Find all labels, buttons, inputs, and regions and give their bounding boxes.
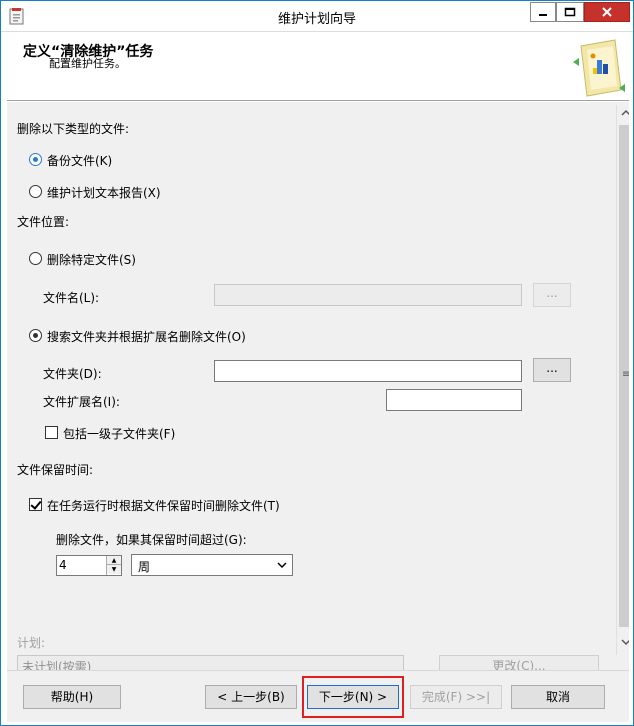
page-subtitle: 配置维护任务。 xyxy=(49,57,126,70)
checkbox[interactable] xyxy=(45,426,58,439)
close-button[interactable] xyxy=(584,2,630,22)
stepper-arrows: ▲ ▼ xyxy=(106,556,121,575)
radio-button[interactable] xyxy=(29,329,42,342)
finish-button[interactable]: 完成(F) >>| xyxy=(410,685,502,709)
wizard-footer: 帮助(H) < 上一步(B) 下一步(N) > 完成(F) >>| 取消 xyxy=(7,670,629,722)
extension-input[interactable] xyxy=(386,389,522,411)
schedule-label: 计划: xyxy=(17,636,46,650)
back-button[interactable]: < 上一步(B) xyxy=(205,685,297,709)
stepper-down-button[interactable]: ▼ xyxy=(107,565,121,574)
retention-unit-value: 周 xyxy=(138,560,151,574)
chevron-down-icon xyxy=(277,562,287,569)
minimize-button[interactable] xyxy=(530,2,556,22)
file-type-label: 删除以下类型的文件: xyxy=(17,122,130,136)
radio-button[interactable] xyxy=(29,185,42,198)
delete-by-age-label[interactable]: 在任务运行时根据文件保留时间删除文件(T) xyxy=(47,497,280,514)
scroll-up-icon[interactable] xyxy=(620,108,629,118)
older-than-label: 删除文件，如果其保留时间超过(G): xyxy=(56,533,247,547)
include-subfolders-label[interactable]: 包括一级子文件夹(F) xyxy=(63,425,175,442)
change-schedule-button[interactable]: 更改(C)... xyxy=(439,655,599,670)
radio-button[interactable] xyxy=(29,153,42,166)
extension-label: 文件扩展名(I): xyxy=(43,395,120,409)
radio-text-report-label[interactable]: 维护计划文本报告(X) xyxy=(47,184,161,201)
cancel-button[interactable]: 取消 xyxy=(511,685,605,709)
radio-search-folder-label[interactable]: 搜索文件夹并根据扩展名删除文件(O) xyxy=(47,328,246,345)
scrollbar-thumb[interactable]: ≡ xyxy=(619,125,629,627)
radio-delete-specific-file-label[interactable]: 删除特定文件(S) xyxy=(47,251,136,268)
folder-input[interactable] xyxy=(214,360,522,382)
radio-button[interactable] xyxy=(29,252,42,265)
wizard-header: 定义“清除维护”任务 配置维护任务。 xyxy=(7,33,629,101)
stepper-up-button[interactable]: ▲ xyxy=(107,556,121,565)
vertical-scrollbar[interactable]: ≡ xyxy=(616,105,629,655)
next-button-highlight xyxy=(302,676,404,718)
maximize-icon xyxy=(564,7,576,17)
radio-backup-files-label[interactable]: 备份文件(K) xyxy=(47,152,112,169)
wizard-illustration-icon xyxy=(573,39,625,97)
file-name-browse-button[interactable]: ... xyxy=(533,283,571,307)
retention-label: 文件保留时间: xyxy=(17,463,94,477)
retention-amount-value[interactable]: 4 xyxy=(59,558,67,572)
folder-browse-button[interactable]: ... xyxy=(533,358,571,382)
file-name-input[interactable] xyxy=(214,284,522,306)
title-bar[interactable]: 维护计划向导 xyxy=(1,1,633,32)
scrollbar-grip-icon: ≡ xyxy=(622,369,629,380)
task-config-panel: 删除以下类型的文件: 备份文件(K) 维护计划文本报告(X) 文件位置: 删除特… xyxy=(7,102,629,670)
scroll-down-icon[interactable] xyxy=(620,637,629,647)
close-icon xyxy=(602,7,612,17)
file-name-label: 文件名(L): xyxy=(43,291,100,305)
file-location-label: 文件位置: xyxy=(17,215,70,229)
maintenance-plan-wizard-window: 维护计划向导 定义“清除维护”任务 配置维护任务。 删除以下类型的文件: 备份文… xyxy=(0,0,634,726)
help-button[interactable]: 帮助(H) xyxy=(23,685,121,709)
schedule-value: 未计划(按需) xyxy=(17,655,404,670)
maximize-button[interactable] xyxy=(556,2,584,22)
retention-amount-stepper[interactable]: 4 ▲ ▼ xyxy=(56,555,122,576)
retention-unit-select[interactable]: 周 xyxy=(131,554,293,576)
checkbox[interactable] xyxy=(29,498,42,511)
minimize-icon xyxy=(539,14,547,16)
folder-label: 文件夹(D): xyxy=(43,367,102,381)
